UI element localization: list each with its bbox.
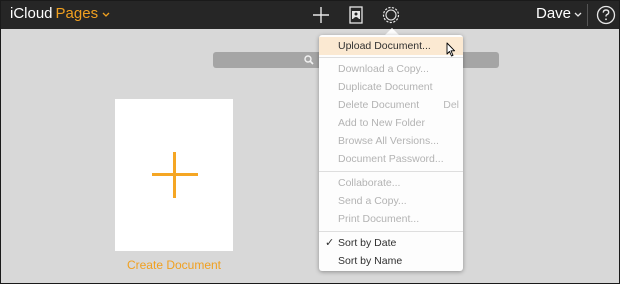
menu-item-label: Collaborate... — [338, 177, 401, 189]
question-circle-icon[interactable] — [596, 5, 616, 25]
app-brand[interactable]: iCloud Pages — [10, 5, 110, 23]
menu-item-upload-document[interactable]: Upload Document... — [319, 37, 463, 55]
menu-item-browse-all-versions: Browse All Versions... — [319, 132, 463, 150]
menu-item-sort-by-name[interactable]: Sort by Name — [319, 252, 463, 270]
menu-separator — [319, 57, 463, 58]
user-name: Dave — [536, 5, 572, 22]
chevron-down-icon — [574, 5, 582, 23]
toolbar-divider — [587, 4, 588, 26]
user-menu-button[interactable]: Dave — [536, 5, 582, 23]
menu-separator — [319, 231, 463, 232]
menu-item-shortcut: Del — [443, 99, 459, 111]
plus-icon[interactable] — [310, 4, 332, 26]
menu-item-sort-by-date[interactable]: ✓ Sort by Date — [319, 234, 463, 252]
top-toolbar: iCloud Pages Dave — [1, 1, 619, 29]
menu-item-label: Delete Document — [338, 99, 420, 111]
menu-item-label: Sort by Date — [338, 237, 397, 249]
menu-item-label: Add to New Folder — [338, 117, 425, 129]
menu-item-label: Sort by Name — [338, 255, 403, 267]
menu-caret — [385, 28, 399, 35]
menu-item-label: Send a Copy... — [338, 195, 407, 207]
mouse-pointer-icon — [446, 42, 456, 62]
chevron-down-icon — [102, 5, 110, 23]
menu-item-collaborate: Collaborate... — [319, 174, 463, 192]
settings-menu: Upload Document... Download a Copy... Du… — [319, 35, 463, 271]
brand-icloud-label: iCloud — [10, 5, 53, 22]
brand-app-label: Pages — [55, 5, 99, 22]
menu-item-label: Download a Copy... — [338, 63, 429, 75]
app-window: iCloud Pages Dave Create Document Upload… — [0, 0, 620, 284]
menu-separator — [319, 171, 463, 172]
menu-item-duplicate-document: Duplicate Document — [319, 78, 463, 96]
checkmark-icon: ✓ — [325, 237, 335, 249]
menu-item-label: Upload Document... — [338, 40, 431, 52]
menu-item-download-copy: Download a Copy... — [319, 60, 463, 78]
menu-item-delete-document: Delete Document Del — [319, 96, 463, 114]
gear-icon[interactable] — [380, 4, 402, 26]
menu-item-add-to-new-folder: Add to New Folder — [319, 114, 463, 132]
menu-item-document-password: Document Password... — [319, 150, 463, 168]
menu-item-label: Browse All Versions... — [338, 135, 439, 147]
create-document-label[interactable]: Create Document — [115, 258, 233, 272]
plus-icon-vertical — [173, 152, 176, 198]
create-document-tile[interactable] — [115, 99, 233, 251]
document-image-icon[interactable] — [345, 4, 367, 26]
menu-item-label: Duplicate Document — [338, 81, 433, 93]
menu-item-label: Print Document... — [338, 213, 420, 225]
search-icon — [304, 55, 314, 65]
menu-item-send-copy: Send a Copy... — [319, 192, 463, 210]
menu-item-print-document: Print Document... — [319, 210, 463, 228]
menu-item-label: Document Password... — [338, 153, 444, 165]
